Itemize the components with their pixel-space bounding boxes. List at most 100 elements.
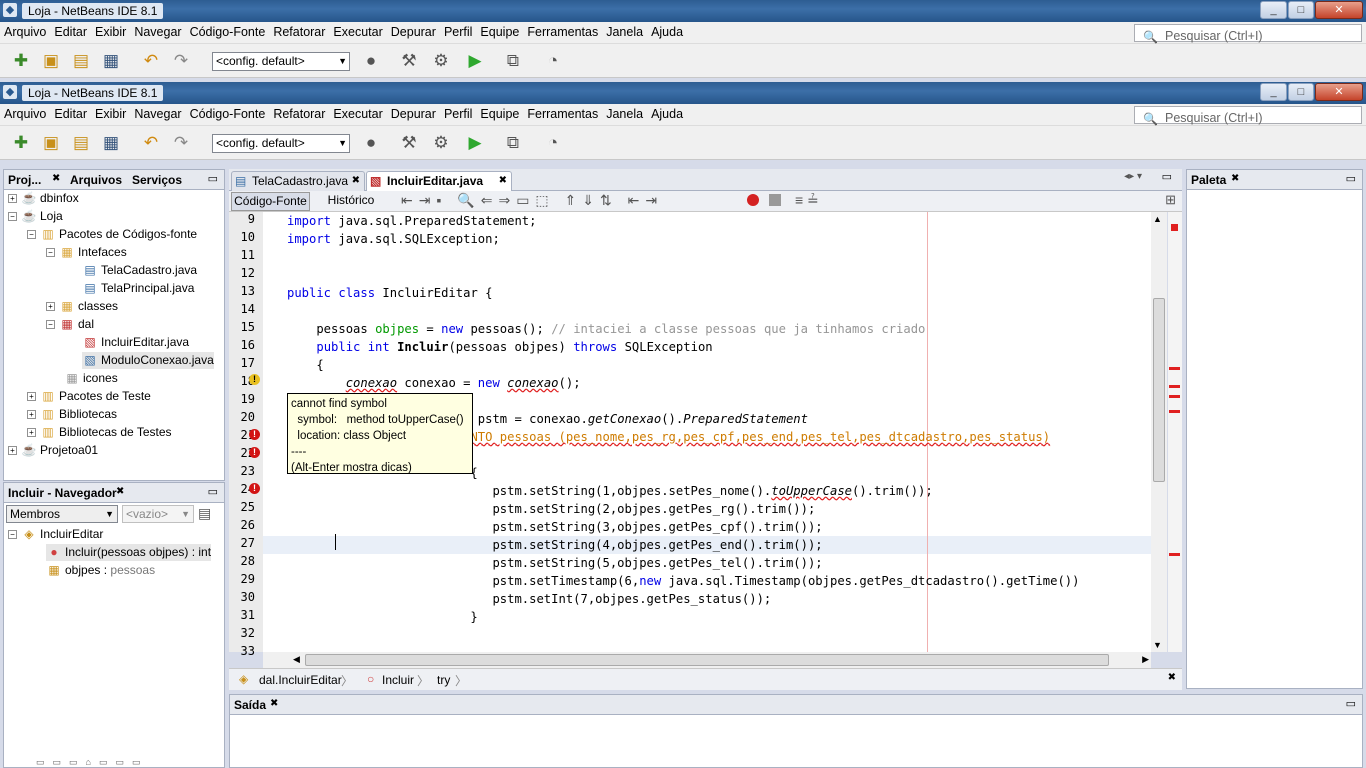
run-icon[interactable]: ▶ — [464, 50, 486, 72]
search-input[interactable]: 🔍 Pesquisar (Ctrl+I) — [1134, 106, 1362, 126]
record-macro-icon[interactable] — [747, 194, 759, 206]
history-button[interactable]: Histórico — [319, 192, 383, 211]
menu-equipe[interactable]: Equipe — [476, 104, 523, 121]
debug-icon[interactable]: ⧉ — [502, 50, 524, 72]
split-icon[interactable]: ⊞ — [1165, 192, 1176, 208]
menu-janela[interactable]: Janela — [602, 22, 647, 39]
tree-item-selected[interactable]: ▧ ModuloConexao.java — [82, 352, 214, 369]
comment-icon[interactable]: ≡ ≟ — [795, 192, 819, 209]
editor-actions-icons[interactable]: ⇤⇥▪ 🔍⇐⇒▭⬚ ⇑⇓⇅ ⇤⇥ — [401, 192, 663, 209]
breadcrumb-item[interactable]: try — [437, 673, 450, 687]
minimize-panel-icon[interactable]: ▭ — [1346, 697, 1356, 710]
redo-icon[interactable]: ↷ — [170, 50, 192, 72]
horizontal-scrollbar[interactable]: ◀ ▶ — [263, 652, 1151, 668]
close-button[interactable]: ✕ — [1315, 1, 1363, 19]
profile-icon[interactable]: ◔ — [542, 132, 564, 154]
open-project-icon[interactable]: ▤ — [70, 132, 92, 154]
stop-macro-icon[interactable] — [769, 194, 781, 206]
menu-ferramentas[interactable]: Ferramentas — [523, 104, 602, 121]
error-mark[interactable] — [1169, 553, 1180, 556]
error-mark[interactable] — [1169, 367, 1180, 370]
close-button[interactable]: ✕ — [1315, 83, 1363, 101]
new-file-icon[interactable]: ✚ — [10, 50, 32, 72]
menu-arquivo[interactable]: Arquivo — [0, 104, 50, 121]
maximize-button[interactable]: □ — [1288, 1, 1314, 19]
filter-icon[interactable]: ▤ — [198, 505, 211, 522]
menu-exibir[interactable]: Exibir — [91, 22, 130, 39]
error-icon[interactable]: ! — [249, 429, 260, 440]
menu-codigo-fonte[interactable]: Código-Fonte — [186, 104, 270, 121]
undo-icon[interactable]: ↶ — [140, 132, 162, 154]
tree-item[interactable]: ▤ TelaCadastro.java — [82, 262, 197, 279]
vertical-scrollbar[interactable]: ▲ ▼ — [1151, 212, 1167, 652]
menu-codigo-fonte[interactable]: Código-Fonte — [186, 22, 270, 39]
menu-editar[interactable]: Editar — [50, 104, 91, 121]
tree-item[interactable]: ▧ IncluirEditar.java — [82, 334, 189, 351]
tab-files[interactable]: Arquivos — [70, 173, 122, 187]
close-tab-icon[interactable]: ✖ — [1231, 173, 1239, 184]
close-tab-icon[interactable]: ✖ — [270, 698, 278, 709]
clean-build-icon[interactable]: ⚙ — [430, 50, 452, 72]
open-project-icon[interactable]: ▤ — [70, 50, 92, 72]
globe-icon[interactable]: ● — [360, 50, 382, 72]
menu-ajuda[interactable]: Ajuda — [647, 104, 687, 121]
save-all-icon[interactable]: ▦ — [100, 50, 122, 72]
empty-select[interactable]: <vazio> ▼ — [122, 505, 194, 523]
config-combo[interactable]: <config. default> ▼ — [212, 134, 350, 153]
tree-item[interactable]: + ▦ classes — [46, 298, 118, 315]
error-status-icon[interactable] — [1171, 224, 1178, 231]
menu-refatorar[interactable]: Refatorar — [269, 104, 329, 121]
source-button[interactable]: Código-Fonte — [231, 192, 310, 211]
tab-services[interactable]: Serviços — [132, 173, 182, 187]
menu-refatorar[interactable]: Refatorar — [269, 22, 329, 39]
menu-navegar[interactable]: Navegar — [130, 22, 185, 39]
menu-executar[interactable]: Executar — [329, 104, 386, 121]
minimize-button[interactable]: _ — [1260, 1, 1287, 19]
new-project-icon[interactable]: ▣ — [40, 50, 62, 72]
method-item[interactable]: ● Incluir(pessoas objpes) : int — [46, 544, 212, 561]
menu-perfil[interactable]: Perfil — [440, 22, 476, 39]
menu-editar[interactable]: Editar — [50, 22, 91, 39]
maximize-editor-icon[interactable]: ▭ — [1162, 170, 1172, 183]
tree-item[interactable]: + ☕ Projetoa01 — [8, 442, 98, 459]
save-all-icon[interactable]: ▦ — [100, 132, 122, 154]
menu-equipe[interactable]: Equipe — [476, 22, 523, 39]
maximize-button[interactable]: □ — [1288, 83, 1314, 101]
error-mark[interactable] — [1169, 410, 1180, 413]
tree-item[interactable]: + ▥ Pacotes de Teste — [27, 388, 151, 405]
tree-item[interactable]: ▤ TelaPrincipal.java — [82, 280, 194, 297]
build-hammer-icon[interactable]: ⚒ — [398, 50, 420, 72]
search-input[interactable]: 🔍 Pesquisar (Ctrl+I) — [1134, 24, 1362, 44]
tree-item[interactable]: + ▥ Bibliotecas — [27, 406, 117, 423]
config-combo[interactable]: <config. default> ▼ — [212, 52, 350, 71]
redo-icon[interactable]: ↷ — [170, 132, 192, 154]
tree-item[interactable]: − ▦ Intefaces — [46, 244, 127, 261]
tab-scroll-icon[interactable]: ◂▸ ▾ — [1124, 171, 1142, 182]
breadcrumb-item[interactable]: Incluir — [382, 673, 414, 687]
tree-item[interactable]: ▦ icones — [64, 370, 117, 387]
run-icon[interactable]: ▶ — [464, 132, 486, 154]
minimize-button[interactable]: _ — [1260, 83, 1287, 101]
menu-depurar[interactable]: Depurar — [387, 22, 440, 39]
menu-janela[interactable]: Janela — [602, 104, 647, 121]
globe-icon[interactable]: ● — [360, 132, 382, 154]
menu-exibir[interactable]: Exibir — [91, 104, 130, 121]
profile-icon[interactable]: ◔ — [542, 50, 564, 72]
tree-item[interactable]: − ▦ dal — [46, 316, 94, 333]
tab-incluireditar[interactable]: ▧ IncluirEditar.java ✖ — [366, 171, 512, 191]
debug-icon[interactable]: ⧉ — [502, 132, 524, 154]
build-hammer-icon[interactable]: ⚒ — [398, 132, 420, 154]
menu-arquivo[interactable]: Arquivo — [0, 22, 50, 39]
menu-ferramentas[interactable]: Ferramentas — [523, 22, 602, 39]
tree-item[interactable]: − ▥ Pacotes de Códigos-fonte — [27, 226, 197, 243]
tree-item[interactable]: − ◈ IncluirEditar — [8, 526, 103, 543]
breadcrumb-item[interactable]: dal.IncluirEditar — [259, 673, 342, 687]
clean-build-icon[interactable]: ⚙ — [430, 132, 452, 154]
error-icon[interactable]: ! — [249, 447, 260, 458]
menu-executar[interactable]: Executar — [329, 22, 386, 39]
minimize-panel-icon[interactable]: ▭ — [208, 485, 218, 498]
field-item[interactable]: ▦ objpes : pessoas — [46, 562, 155, 579]
tree-item[interactable]: − ☕ Loja — [8, 208, 63, 225]
error-mark[interactable] — [1169, 385, 1180, 388]
members-filter-select[interactable]: Membros ▼ — [6, 505, 118, 523]
